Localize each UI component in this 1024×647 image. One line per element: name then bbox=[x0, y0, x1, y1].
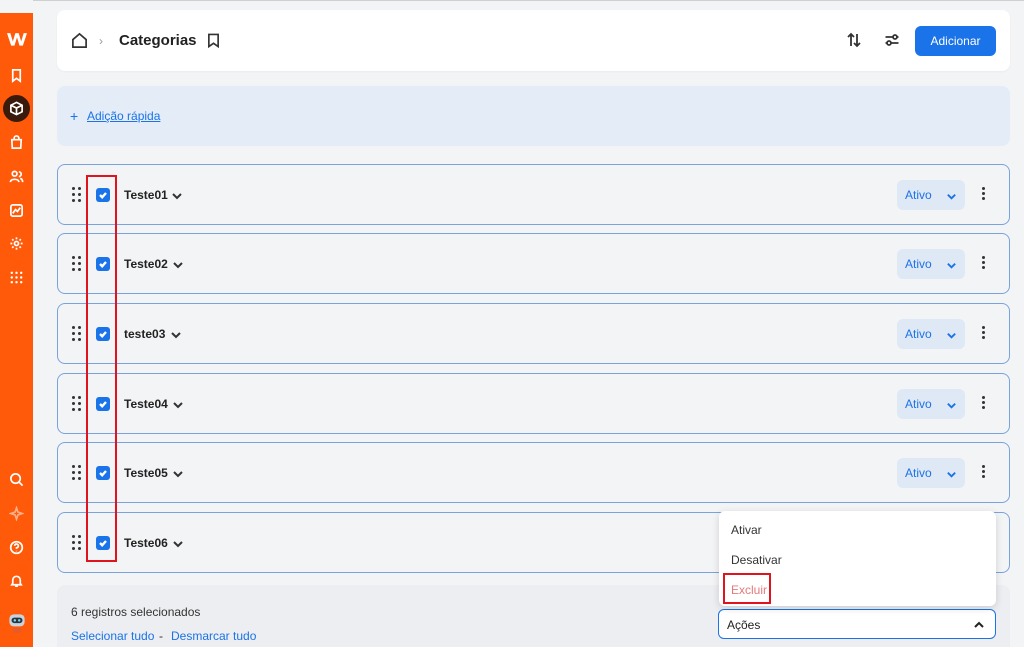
drag-handle-icon[interactable] bbox=[72, 535, 82, 551]
chevron-down-icon bbox=[946, 467, 957, 485]
sidebar bbox=[0, 13, 33, 647]
chevron-down-icon bbox=[946, 258, 957, 276]
more-options-icon[interactable] bbox=[982, 256, 986, 270]
select-all-link[interactable]: Selecionar tudo bbox=[71, 629, 154, 643]
drag-handle-icon[interactable] bbox=[72, 326, 82, 342]
chevron-down-icon[interactable] bbox=[172, 537, 184, 549]
chevron-down-icon[interactable] bbox=[171, 189, 183, 201]
bookmark-icon[interactable] bbox=[3, 62, 30, 89]
help-icon[interactable] bbox=[3, 534, 30, 561]
status-select[interactable]: Ativo bbox=[897, 458, 965, 488]
filter-icon[interactable] bbox=[884, 32, 900, 53]
chevron-up-icon bbox=[973, 618, 985, 636]
menu-item-activate[interactable]: Ativar bbox=[731, 523, 762, 537]
chevron-down-icon bbox=[946, 398, 957, 416]
home-icon[interactable] bbox=[71, 32, 88, 54]
actions-select[interactable]: Ações bbox=[718, 609, 996, 639]
quick-add-panel: + Adição rápida bbox=[57, 86, 1010, 146]
category-row: Teste04 Ativo bbox=[57, 373, 1010, 434]
more-options-icon[interactable] bbox=[982, 396, 986, 410]
status-select[interactable]: Ativo bbox=[897, 249, 965, 279]
more-options-icon[interactable] bbox=[982, 465, 986, 479]
category-name: teste03 bbox=[124, 327, 166, 341]
drag-handle-icon[interactable] bbox=[72, 396, 82, 412]
gear-icon[interactable] bbox=[3, 230, 30, 257]
deselect-all-link[interactable]: Desmarcar tudo bbox=[171, 629, 256, 643]
category-name: Teste01 bbox=[124, 188, 168, 202]
users-icon[interactable] bbox=[3, 163, 30, 190]
category-row: Teste01 Ativo bbox=[57, 164, 1010, 225]
chevron-down-icon[interactable] bbox=[172, 467, 184, 479]
status-label: Ativo bbox=[905, 466, 932, 480]
top-divider bbox=[33, 0, 1024, 1]
chevron-down-icon bbox=[946, 189, 957, 207]
delete-highlight-box bbox=[723, 573, 771, 604]
more-options-icon[interactable] bbox=[982, 187, 986, 201]
bookmark-icon[interactable] bbox=[207, 33, 220, 53]
category-row: Teste05 Ativo bbox=[57, 442, 1010, 503]
page-title: Categorias bbox=[119, 32, 197, 49]
drag-handle-icon[interactable] bbox=[72, 256, 82, 272]
actions-label: Ações bbox=[727, 618, 761, 632]
chevron-down-icon bbox=[946, 328, 957, 346]
chevron-down-icon[interactable] bbox=[172, 398, 184, 410]
category-name: Teste05 bbox=[124, 466, 168, 480]
status-label: Ativo bbox=[905, 188, 932, 202]
category-name: Teste04 bbox=[124, 397, 168, 411]
status-select[interactable]: Ativo bbox=[897, 389, 965, 419]
sort-icon[interactable] bbox=[846, 32, 862, 53]
status-select[interactable]: Ativo bbox=[897, 180, 965, 210]
breadcrumb-chevron-icon: › bbox=[99, 34, 103, 48]
drag-handle-icon[interactable] bbox=[72, 465, 82, 481]
plus-icon[interactable]: + bbox=[70, 108, 78, 124]
category-name: Teste06 bbox=[124, 536, 168, 550]
page-header: › Categorias Adicionar bbox=[57, 10, 1010, 71]
apps-icon[interactable] bbox=[3, 264, 30, 291]
chevron-down-icon[interactable] bbox=[170, 328, 182, 340]
chart-icon[interactable] bbox=[3, 197, 30, 224]
logo-icon[interactable] bbox=[3, 25, 30, 52]
link-separator: - bbox=[159, 629, 163, 643]
status-label: Ativo bbox=[905, 397, 932, 411]
menu-item-deactivate[interactable]: Desativar bbox=[731, 553, 782, 567]
bell-icon[interactable] bbox=[3, 567, 30, 594]
status-select[interactable]: Ativo bbox=[897, 319, 965, 349]
category-row: teste03 Ativo bbox=[57, 303, 1010, 364]
add-button[interactable]: Adicionar bbox=[915, 26, 996, 56]
drag-handle-icon[interactable] bbox=[72, 187, 82, 203]
actions-menu: Ativar Desativar Excluir bbox=[719, 511, 996, 606]
bag-icon[interactable] bbox=[3, 129, 30, 156]
category-name: Teste02 bbox=[124, 257, 168, 271]
selected-count: 6 registros selecionados bbox=[71, 605, 201, 619]
chevron-down-icon[interactable] bbox=[172, 258, 184, 270]
quick-add-link[interactable]: Adição rápida bbox=[87, 109, 160, 123]
search-icon[interactable] bbox=[3, 466, 30, 493]
avatar[interactable] bbox=[3, 608, 30, 635]
category-row: Teste02 Ativo bbox=[57, 233, 1010, 294]
status-label: Ativo bbox=[905, 257, 932, 271]
more-options-icon[interactable] bbox=[982, 326, 986, 340]
sparkle-icon[interactable] bbox=[3, 500, 30, 527]
checkbox-highlight-box bbox=[86, 175, 117, 562]
box-icon[interactable] bbox=[3, 95, 30, 122]
status-label: Ativo bbox=[905, 327, 932, 341]
